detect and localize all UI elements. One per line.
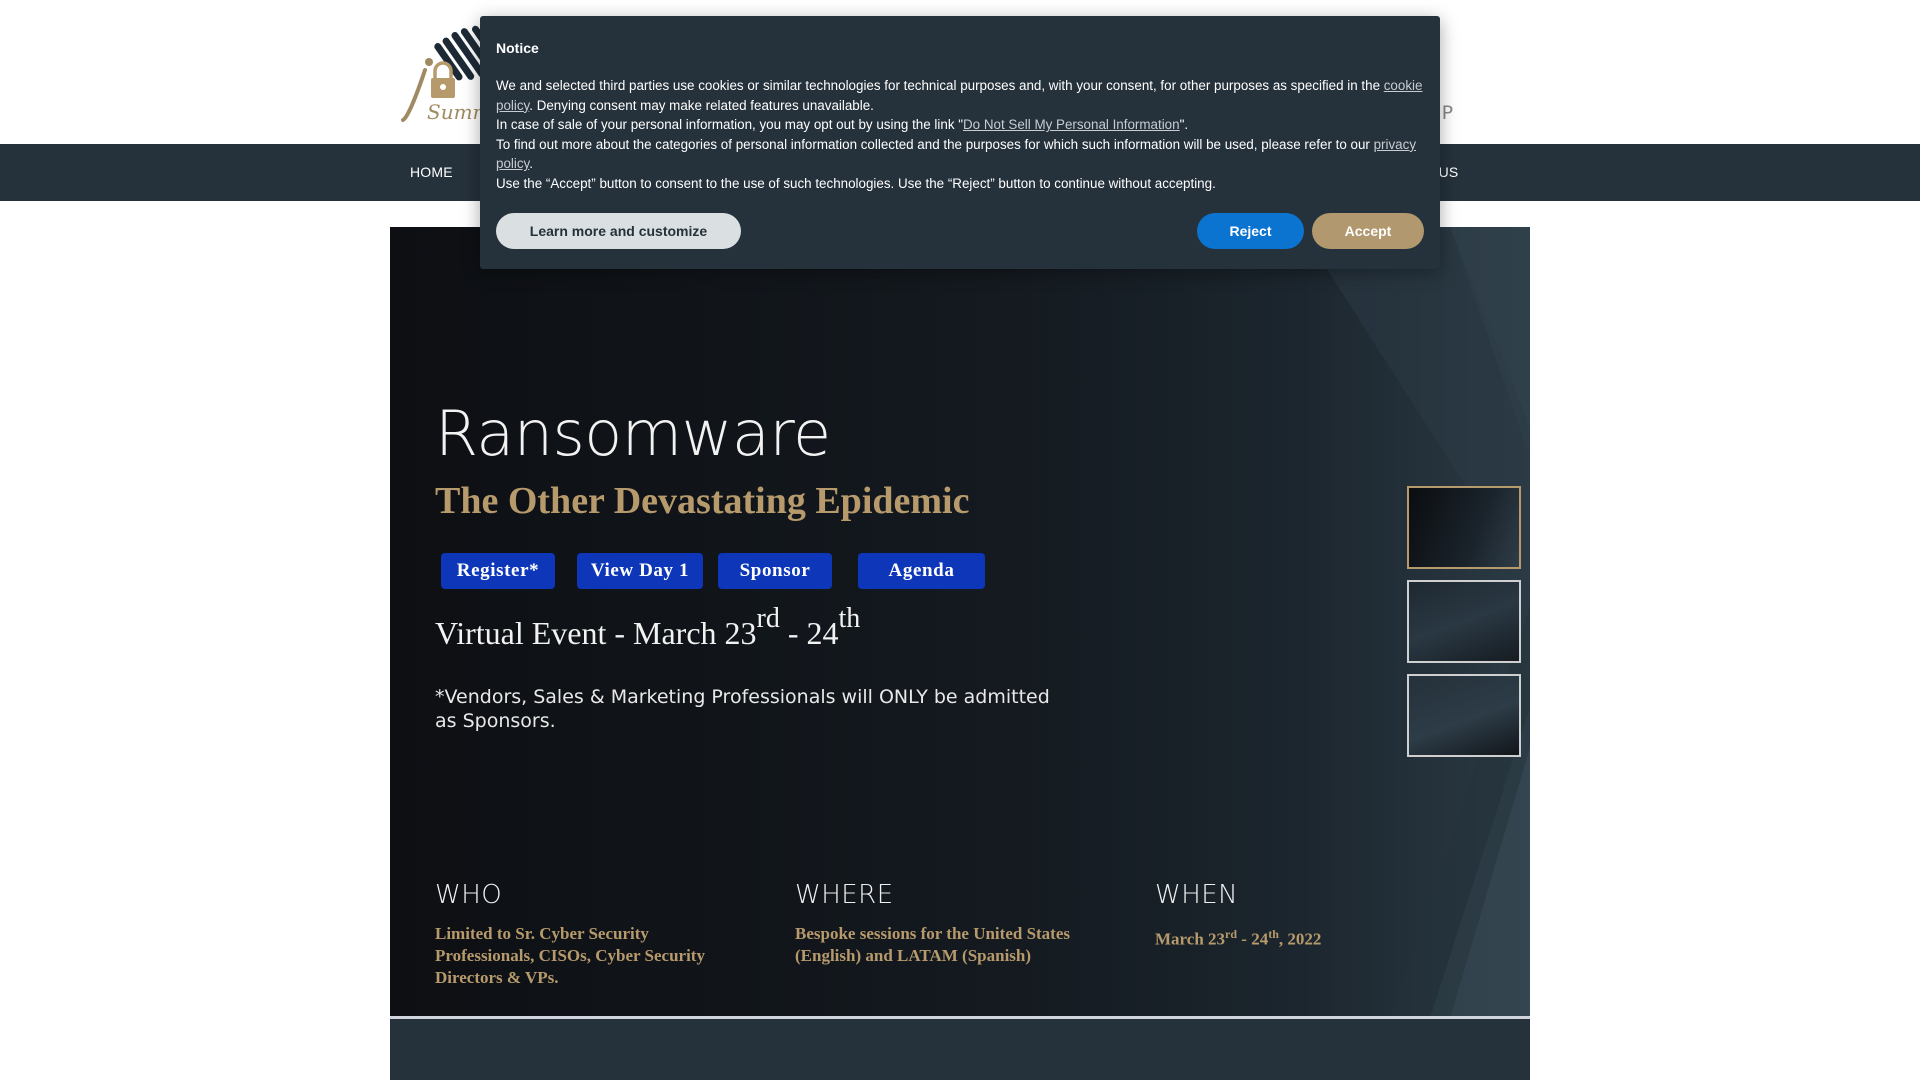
notice-body: We and selected third parties use cookie… xyxy=(496,78,1423,191)
where-text: Bespoke sessions for the United States (… xyxy=(795,924,1071,965)
who-text: Limited to Sr. Cyber Security Profession… xyxy=(435,924,705,987)
notice-title: Notice xyxy=(496,40,539,56)
reject-button[interactable]: Reject xyxy=(1197,213,1304,249)
slide-thumbnail-1[interactable] xyxy=(1407,486,1521,569)
when-heading: WHEN xyxy=(1155,880,1239,910)
hero-title: Ransomware xyxy=(435,397,831,470)
event-date-line: Virtual Event - March 23rd - 24th xyxy=(435,603,861,651)
slide-thumbnail-2[interactable] xyxy=(1407,580,1521,663)
hero-subtitle: The Other Devastating Epidemic xyxy=(435,480,970,522)
hero-slider: Ransomware The Other Devastating Epidemi… xyxy=(390,227,1530,1018)
when-text: March 23rd - 24th, 2022 xyxy=(1155,927,1322,949)
learn-more-button[interactable]: Learn more and customize xyxy=(496,213,741,249)
cookie-notice: Notice We and selected third parties use… xyxy=(480,16,1440,269)
where-heading: WHERE xyxy=(795,880,894,910)
view-day1-button[interactable]: View Day 1 xyxy=(577,553,703,589)
do-not-sell-link[interactable]: Do Not Sell My Personal Information xyxy=(963,117,1180,132)
register-button[interactable]: Register* xyxy=(441,553,555,589)
vendor-note: *Vendors, Sales & Marketing Professional… xyxy=(435,686,1050,732)
accept-button[interactable]: Accept xyxy=(1312,213,1424,249)
slide-thumbnail-3[interactable] xyxy=(1407,674,1521,757)
next-section xyxy=(390,1019,1530,1080)
agenda-button[interactable]: Agenda xyxy=(858,553,985,589)
who-heading: WHO xyxy=(435,880,503,910)
nav-item-home[interactable]: HOME xyxy=(410,164,453,180)
logo-lock-icon xyxy=(431,61,455,98)
sponsor-button[interactable]: Sponsor xyxy=(718,553,832,589)
